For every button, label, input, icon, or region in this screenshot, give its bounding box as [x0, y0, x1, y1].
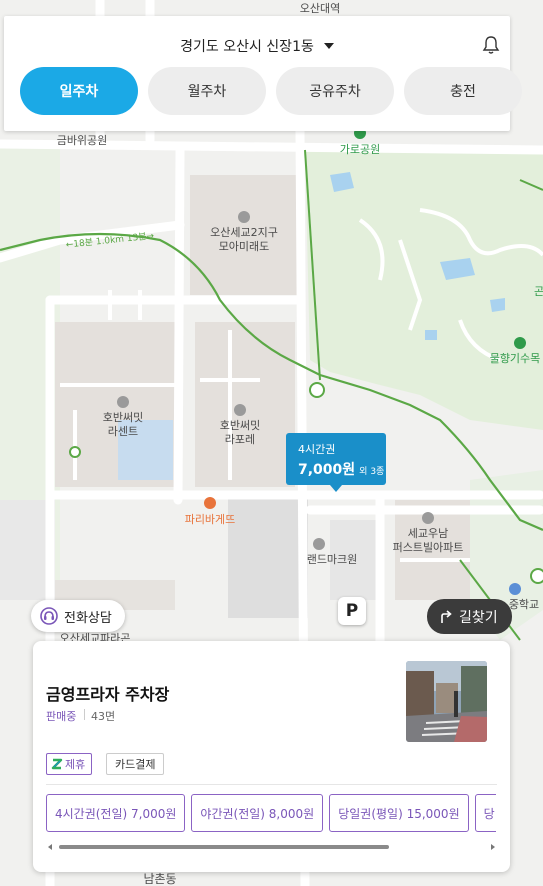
divider: [84, 709, 85, 720]
partner-tag-label: 제휴: [65, 758, 86, 771]
map-label-osan-station: 오산대역: [299, 2, 341, 15]
marker-price: 7,000원: [298, 462, 356, 478]
map-label-apt-laforet: 호반써밋 라포레: [219, 419, 261, 446]
card-payment-tag: 카드결제: [106, 753, 165, 775]
location-selector[interactable]: 경기도 오산시 신장1동: [4, 36, 510, 56]
ticket-list[interactable]: 4시간권(전일) 7,000원 야간권(전일) 8,000원 당일권(평일) 1…: [46, 794, 496, 834]
scroll-left-icon[interactable]: [48, 844, 52, 850]
map-label-geumbawi-park: 금바위공원: [56, 134, 108, 147]
lot-status: 판매중: [46, 710, 77, 723]
lot-name: 금영프라자 주차장: [46, 685, 170, 704]
map-label-namchon: 남촌동: [143, 872, 177, 886]
price-marker[interactable]: 4시간권 7,000원 외 3종: [286, 433, 386, 492]
partner-tag: 제휴: [46, 753, 93, 775]
map-label-paris-baguette: 파리바게뜨: [184, 513, 236, 526]
map-label-apt-lacent: 호반써밋 라센트: [102, 411, 144, 438]
ticket-option[interactable]: 당: [474, 794, 496, 832]
divider: [46, 784, 497, 785]
map-label-school: 중학교: [508, 598, 540, 611]
tab-shared[interactable]: 공유주차: [276, 67, 394, 115]
turn-right-arrow-icon: [441, 609, 452, 623]
lot-photo-image: [406, 661, 487, 742]
z-logo-icon: [51, 758, 63, 770]
parking-pin[interactable]: P: [338, 597, 366, 625]
parking-lot-panel[interactable]: 금영프라자 주차장 판매중 43면 제휴 카드결제 4시간권(전일) 7,000…: [33, 641, 510, 872]
map-label-apt-woonam: 세교우남 퍼스트빌아파트: [392, 527, 464, 554]
marker-price-line: 7,000원 외 3종: [298, 459, 384, 479]
map-label-garo-park: 가로공원: [339, 143, 381, 156]
map-label-landmark: 랜드마크원: [306, 553, 358, 566]
lot-photo[interactable]: [406, 661, 487, 742]
headset-icon: [40, 607, 58, 625]
tab-charging[interactable]: 충전: [404, 67, 522, 115]
call-consult-button[interactable]: 전화상담: [31, 600, 125, 632]
horizontal-scrollbar[interactable]: [46, 843, 497, 851]
map-label-apt-moa: 오산세교2지구 모아미래도: [210, 226, 278, 253]
map-label-edge: 곤: [533, 285, 543, 298]
map-label-arboretum: 물향기수목: [489, 352, 541, 365]
ticket-option[interactable]: 4시간권(전일) 7,000원: [46, 794, 186, 832]
marker-extra: 외 3종: [359, 467, 385, 477]
lot-spaces: 43면: [91, 710, 116, 723]
bell-icon[interactable]: [482, 35, 500, 55]
ticket-option[interactable]: 야간권(전일) 8,000원: [191, 794, 324, 832]
scrollbar-thumb[interactable]: [59, 845, 389, 849]
tab-daily[interactable]: 일주차: [20, 67, 138, 115]
directions-button[interactable]: 길찾기: [427, 599, 512, 634]
ticket-option[interactable]: 당일권(평일) 15,000원: [329, 794, 469, 832]
top-card: 경기도 오산시 신장1동 일주차 월주차 공유주차 충전: [4, 16, 522, 131]
directions-label: 길찾기: [459, 609, 498, 626]
location-label: 경기도 오산시 신장1동: [180, 39, 314, 55]
marker-tail: [330, 485, 342, 492]
tab-monthly[interactable]: 월주차: [148, 67, 266, 115]
scroll-right-icon[interactable]: [491, 844, 495, 850]
chevron-down-icon: [323, 43, 334, 49]
call-consult-label: 전화상담: [64, 610, 112, 626]
parking-type-tabs: 일주차 월주차 공유주차 충전: [20, 67, 522, 115]
marker-duration: 4시간권: [298, 443, 336, 456]
